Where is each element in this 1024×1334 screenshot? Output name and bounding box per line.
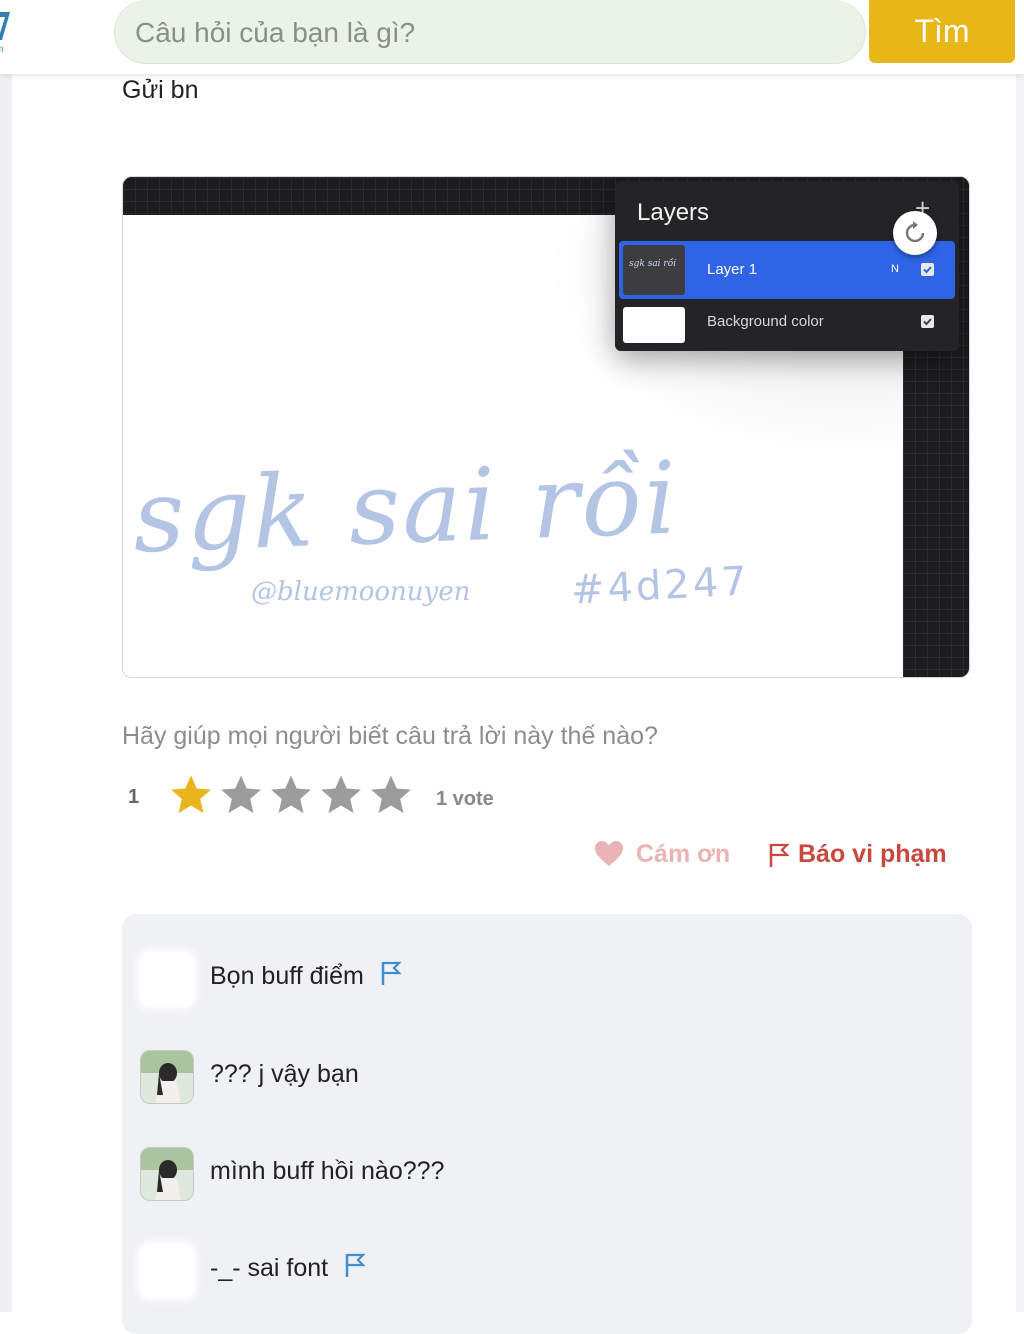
report-flag-icon[interactable] [380, 960, 402, 986]
comment-item: -_- sai font [140, 1244, 940, 1304]
user-photo-icon [141, 1148, 193, 1200]
star-icon[interactable] [318, 772, 364, 818]
image-handle: @bluemoonuyen [251, 577, 471, 607]
svg-text:m: m [0, 44, 4, 54]
search-button[interactable]: Tìm [869, 0, 1015, 63]
right-gutter [1016, 0, 1024, 1312]
layer-name: Layer 1 [707, 261, 758, 278]
thanks-button[interactable]: Cám ơn [594, 838, 744, 872]
site-logo-icon[interactable]: m [0, 4, 18, 54]
comment-text: ??? j vậy bạn [210, 1060, 359, 1088]
comment-body: Bọn buff điểm [210, 962, 364, 990]
answer-text: Gửi bn [122, 76, 199, 104]
vote-count: 1 vote [436, 788, 494, 810]
heart-icon [595, 841, 623, 866]
layer-blend-mode: N [891, 263, 899, 275]
layers-title: Layers [637, 199, 710, 226]
comment-body: -_- sai font [210, 1254, 329, 1282]
avatar[interactable] [140, 1050, 194, 1104]
rotate-icon [893, 211, 937, 255]
comment-text: mình buff hồi nào??? [210, 1157, 445, 1185]
search-input[interactable] [133, 12, 837, 54]
top-bar: m Tìm [0, 0, 1024, 74]
search-box [114, 0, 866, 64]
layer-thumbnail: sgk sai rồi [623, 245, 685, 295]
report-button[interactable]: Báo vi phạm [768, 838, 958, 872]
comment-item: ??? j vậy bạn [140, 1050, 940, 1110]
star-icon[interactable] [368, 772, 414, 818]
user-photo-icon [141, 1051, 193, 1103]
avatar[interactable] [140, 1244, 194, 1298]
background-thumbnail [623, 307, 685, 343]
image-hex-code: #4d247 [569, 558, 751, 614]
layer-row-background: Background color [619, 301, 955, 359]
layer-thumbnail-text: sgk sai rồi [629, 259, 677, 269]
report-label: Báo vi phạm [798, 840, 947, 868]
layer-visibility-checkbox [921, 315, 934, 328]
left-gutter [0, 0, 12, 1312]
report-flag-icon[interactable] [344, 1252, 366, 1278]
comment-item: Bọn buff điểm [140, 952, 940, 1012]
comments-section: Bọn buff điểm ??? j vậy bạn mình buff hồ… [122, 914, 972, 1334]
comment-text: -_- sai font [210, 1252, 366, 1283]
star-icon[interactable] [268, 772, 314, 818]
layer-name: Background color [707, 313, 824, 330]
comment-item: mình buff hồi nào??? [140, 1147, 940, 1207]
star-icon[interactable] [218, 772, 264, 818]
star-icon[interactable] [168, 772, 214, 818]
thanks-label: Cám ơn [636, 840, 731, 868]
comment-text: Bọn buff điểm [210, 960, 402, 991]
rating-value: 1 [128, 786, 140, 808]
avatar[interactable] [140, 1147, 194, 1201]
layer-visibility-checkbox [921, 263, 934, 276]
answer-image[interactable]: sgk sai rồi @bluemoonuyen #4d247 Layers … [122, 176, 970, 678]
rating-prompt: Hãy giúp mọi người biết câu trả lời này … [122, 722, 658, 750]
flag-icon [769, 843, 790, 867]
layers-panel: Layers + sgk sai rồi Layer 1 N Backgroun… [615, 181, 959, 351]
avatar[interactable] [140, 952, 194, 1006]
rating-row: 1 1 vote [122, 772, 722, 818]
image-lettering: sgk sai rồi [131, 439, 681, 576]
